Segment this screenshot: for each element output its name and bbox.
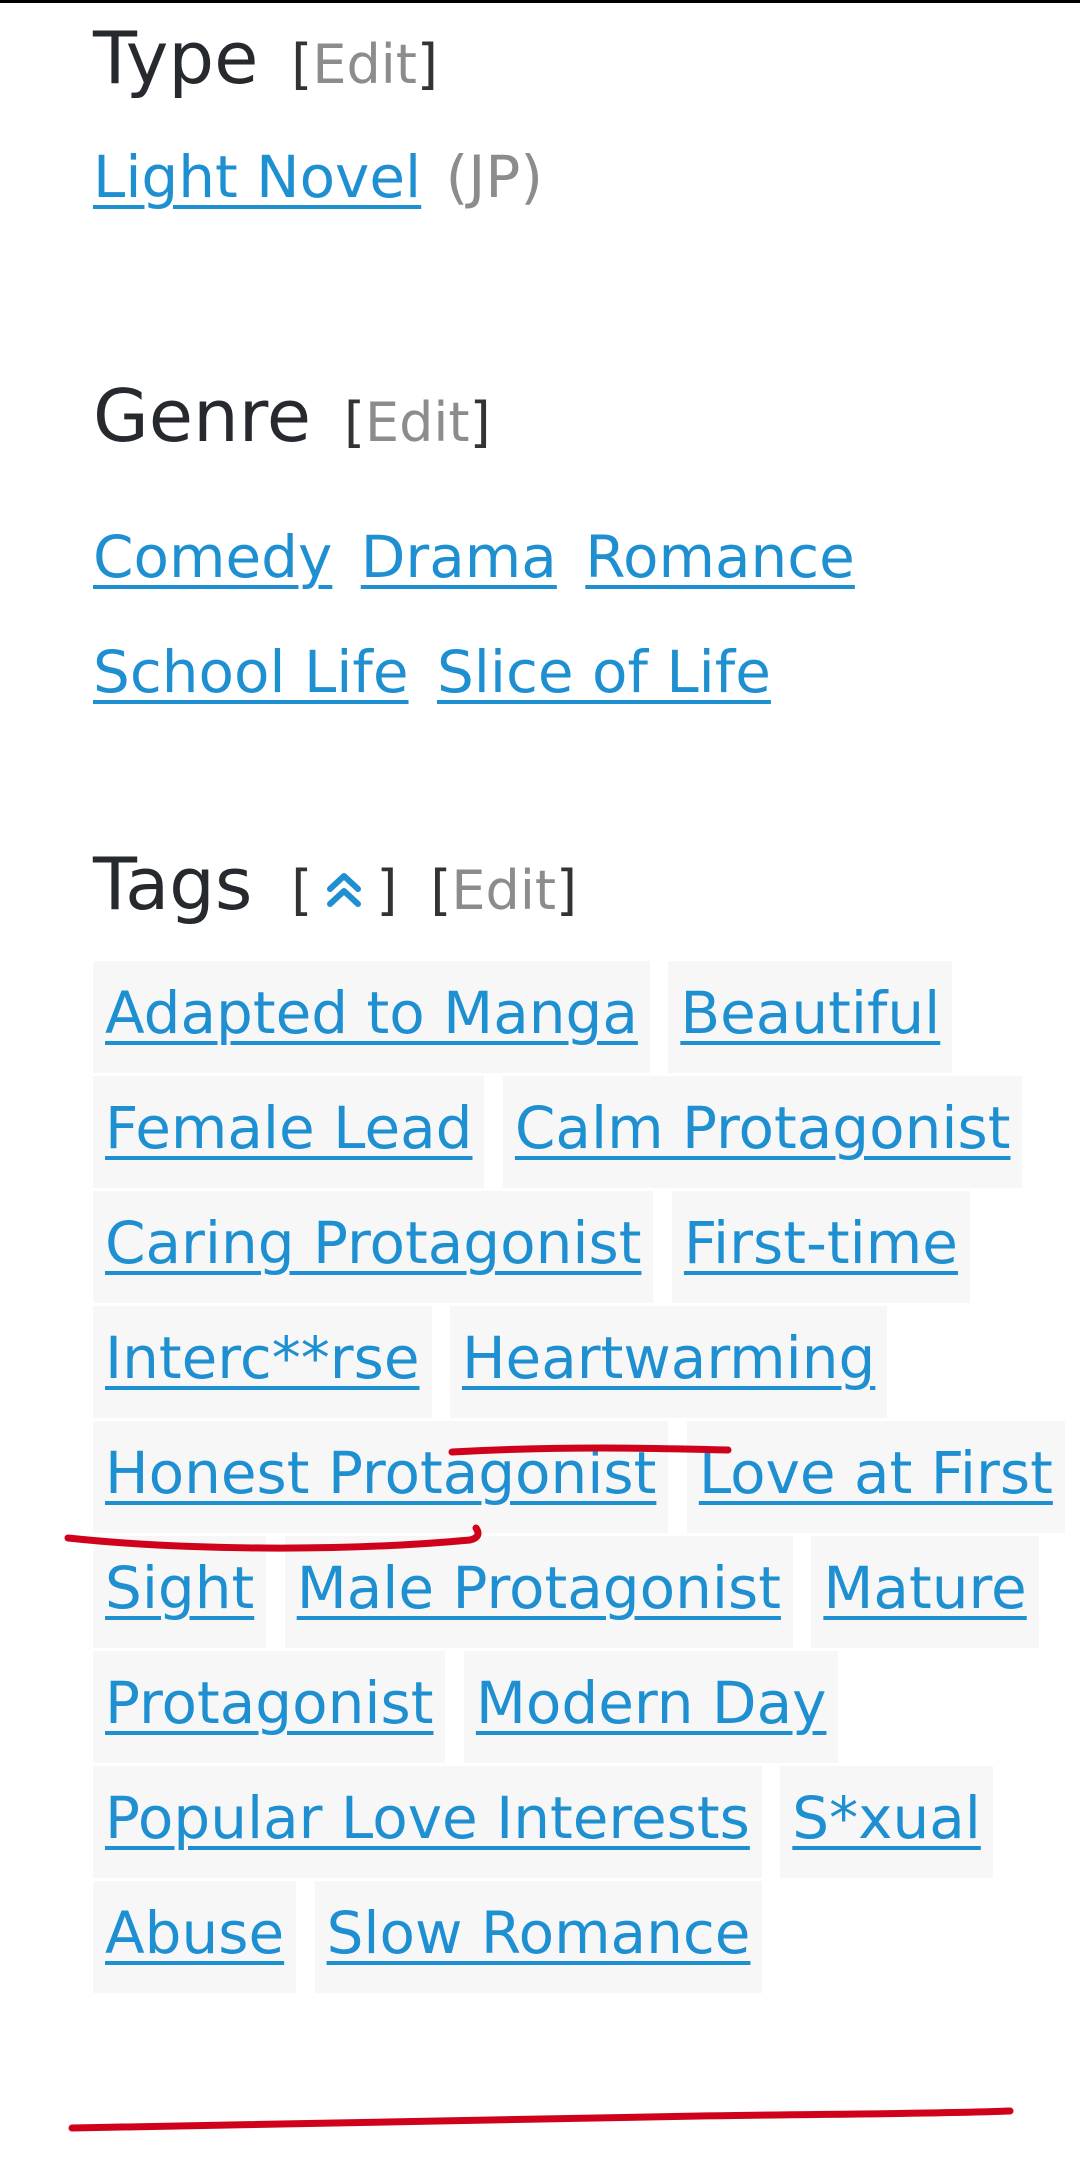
genre-link-comedy[interactable]: Comedy xyxy=(93,523,332,591)
tag-link-calm-protagonist[interactable]: Calm Protagonist xyxy=(515,1094,1011,1162)
genre-list: Comedy Drama Romance School Life Slice o… xyxy=(93,500,1053,730)
tag-item: Calm Protagonist xyxy=(502,1076,1023,1188)
genre-edit-group: [Edit] xyxy=(343,391,491,454)
genre-heading: Genre [Edit] xyxy=(93,380,1053,452)
tag-link-modern-day[interactable]: Modern Day xyxy=(476,1669,827,1737)
tag-item: Honest Protagonist xyxy=(93,1421,669,1533)
tag-item: Popular Love Interests xyxy=(93,1766,762,1878)
genre-heading-title: Genre xyxy=(93,374,312,458)
genre-link-school-life[interactable]: School Life xyxy=(93,638,409,706)
annotation-underline-sexual-abuse-slow-romance xyxy=(68,2107,1014,2132)
genre-section: Genre [Edit] Comedy Drama Romance School… xyxy=(93,380,1053,730)
tag-item: Slow Romance xyxy=(314,1881,763,1993)
type-edit-link[interactable]: Edit xyxy=(312,33,417,96)
type-edit-group: [Edit] xyxy=(291,33,438,96)
tag-item: Male Protagonist xyxy=(284,1536,793,1648)
tag-link-adapted-to-manga[interactable]: Adapted to Manga xyxy=(105,979,638,1047)
type-light-novel-link[interactable]: Light Novel xyxy=(93,143,421,211)
tag-link-heartwarming[interactable]: Heartwarming xyxy=(462,1324,875,1392)
genre-link-romance[interactable]: Romance xyxy=(585,523,855,591)
genre-link-slice-of-life[interactable]: Slice of Life xyxy=(437,638,771,706)
tags-heading-title: Tags xyxy=(93,842,253,926)
tag-link-slow-romance[interactable]: Slow Romance xyxy=(327,1899,751,1967)
tag-link-honest-protagonist[interactable]: Honest Protagonist xyxy=(105,1439,656,1507)
type-heading: Type [Edit] xyxy=(93,22,1053,94)
tag-link-male-protagonist[interactable]: Male Protagonist xyxy=(297,1554,781,1622)
tag-item: Caring Protagonist xyxy=(93,1191,654,1303)
tags-section: Tags [] [Edit] Adapted to Manga Beautifu… xyxy=(93,848,1065,1993)
tags-edit-group: [Edit] xyxy=(430,859,578,922)
tags-collapse-toggle[interactable]: [] xyxy=(291,859,397,922)
tag-item: Modern Day xyxy=(463,1651,839,1763)
tag-item: Adapted to Manga xyxy=(93,961,650,1073)
type-value-row: Light Novel (JP) xyxy=(93,148,1053,206)
tag-list: Adapted to Manga Beautiful Female Lead C… xyxy=(93,956,1065,1993)
top-border xyxy=(0,0,1080,3)
tags-heading: Tags [] [Edit] xyxy=(93,848,1053,920)
genre-edit-link[interactable]: Edit xyxy=(365,391,470,454)
tag-item: Heartwarming xyxy=(449,1306,888,1418)
tags-edit-link[interactable]: Edit xyxy=(451,859,556,922)
type-heading-title: Type xyxy=(93,16,259,100)
genre-link-drama[interactable]: Drama xyxy=(361,523,557,591)
tag-link-caring-protagonist[interactable]: Caring Protagonist xyxy=(105,1209,641,1277)
tag-link-popular-love-interests[interactable]: Popular Love Interests xyxy=(105,1784,750,1852)
type-section: Type [Edit] Light Novel (JP) xyxy=(93,22,1053,206)
double-chevron-up-icon[interactable] xyxy=(320,865,368,913)
type-region-label: (JP) xyxy=(445,143,543,211)
